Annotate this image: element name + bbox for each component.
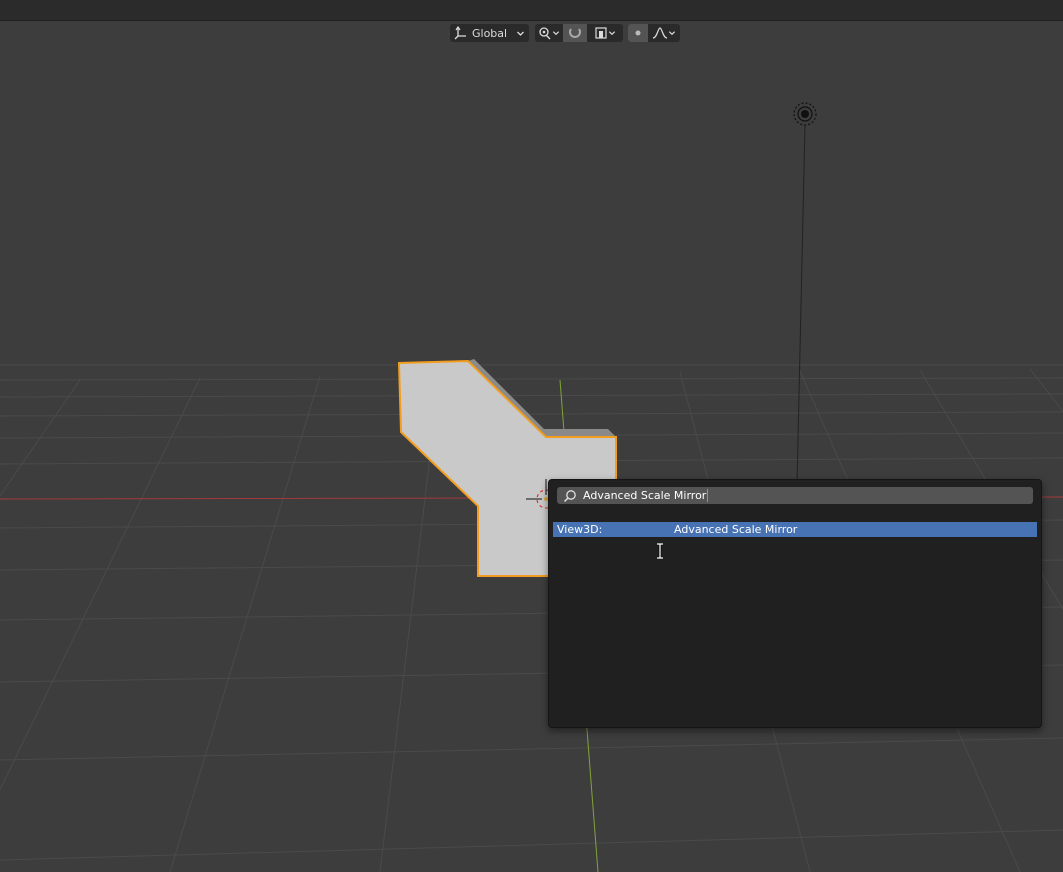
- chevron-down-icon: [516, 29, 525, 38]
- transform-orientation-dropdown[interactable]: Global: [450, 24, 529, 42]
- search-result-label: Advanced Scale Mirror: [674, 523, 798, 536]
- 3d-viewport[interactable]: Global Advanced Scale Mirror View3D: Adv…: [0, 0, 1063, 872]
- text-cursor-icon: [657, 543, 663, 559]
- text-caret: [707, 489, 709, 503]
- search-result-item[interactable]: View3D: Advanced Scale Mirror: [553, 522, 1037, 537]
- search-query-text: Advanced Scale Mirror: [583, 488, 707, 502]
- top-bar: [0, 0, 1063, 21]
- pivot-link-icon: [538, 26, 552, 40]
- magnet-snap-icon: [568, 26, 582, 40]
- search-icon: [563, 489, 577, 503]
- gizmo-axes-icon: [454, 26, 468, 40]
- chevron-down-icon: [608, 29, 616, 37]
- search-input[interactable]: Advanced Scale Mirror: [557, 487, 1033, 504]
- light-line: [796, 124, 806, 486]
- chevron-down-icon: [668, 29, 676, 37]
- chevron-down-icon: [552, 29, 560, 37]
- light-lamp-icon: [793, 102, 817, 126]
- snap-increment-icon: [594, 26, 608, 40]
- pivot-point-dropdown[interactable]: [535, 24, 563, 42]
- proportional-edit-toggle[interactable]: [628, 24, 648, 42]
- snap-toggle-button[interactable]: [563, 24, 587, 42]
- viewport-scene: [0, 102, 1063, 872]
- transform-orientation-label: Global: [472, 26, 508, 40]
- proportional-edit-icon: [632, 27, 644, 39]
- snap-target-dropdown[interactable]: [587, 24, 623, 42]
- falloff-curve-icon: [652, 26, 668, 40]
- proportional-editing-controls: [628, 24, 680, 42]
- snapping-controls: [535, 24, 623, 42]
- falloff-dropdown[interactable]: [648, 24, 680, 42]
- operator-search-popup: Advanced Scale Mirror View3D: Advanced S…: [548, 479, 1042, 728]
- search-result-context: View3D:: [557, 523, 603, 536]
